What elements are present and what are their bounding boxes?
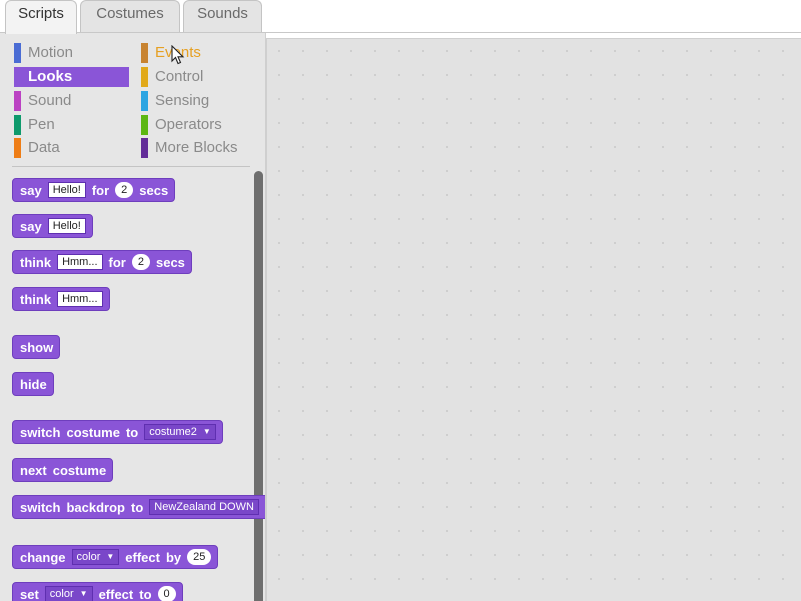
block-keyword: secs: [155, 254, 185, 270]
mouse-pointer-icon: [171, 45, 185, 65]
block-keyword: change: [20, 549, 66, 565]
block-keyword: next: [20, 462, 47, 478]
tab-scripts[interactable]: Scripts: [5, 0, 77, 34]
block-palette: Motion Looks Sound Pen Data Events Contr…: [0, 33, 266, 601]
category-color-swatch: [14, 43, 21, 63]
block-keyword: for: [108, 254, 126, 270]
category-color-swatch: [14, 91, 21, 111]
block-keyword: costume: [52, 462, 107, 478]
backdrop-dropdown[interactable]: NewZealand DOWN: [149, 499, 259, 515]
effect-dropdown[interactable]: color ▼: [44, 586, 93, 601]
block-keyword: costume: [66, 424, 120, 440]
tab-bar: Scripts Costumes Sounds: [0, 0, 801, 34]
block-change-effect[interactable]: change color ▼ effect by 25: [12, 545, 219, 569]
number-input[interactable]: 0: [157, 586, 176, 601]
number-input[interactable]: 2: [115, 182, 134, 198]
dropdown-arrow-icon: ▼: [106, 552, 115, 561]
block-keyword: effect: [98, 586, 134, 601]
text-input[interactable]: Hmm...: [57, 254, 103, 270]
category-label: Sound: [28, 92, 72, 109]
block-keyword: say: [20, 218, 42, 234]
category-label: Data: [28, 139, 60, 156]
block-keyword: to: [139, 586, 152, 601]
category-label: Pen: [28, 116, 55, 133]
block-keyword: think: [20, 291, 52, 307]
block-keyword: switch: [20, 424, 61, 440]
dropdown-value: costume2: [149, 426, 197, 438]
block-keyword: hide: [20, 376, 47, 392]
category-label: Looks: [28, 68, 73, 85]
category-color-swatch: [14, 115, 21, 135]
category-label: Operators: [155, 116, 222, 133]
text-input[interactable]: Hello!: [47, 182, 86, 198]
block-say[interactable]: say Hello!: [12, 214, 93, 238]
category-label: Motion: [28, 44, 74, 61]
block-next-costume[interactable]: next costume: [12, 458, 114, 482]
block-keyword: by: [165, 549, 182, 565]
block-keyword: show: [20, 339, 54, 355]
category-looks[interactable]: Looks: [14, 67, 129, 87]
scripts-area[interactable]: [266, 38, 801, 601]
dropdown-value: NewZealand DOWN: [154, 501, 254, 513]
number-input[interactable]: 25: [187, 549, 212, 565]
category-color-swatch: [141, 138, 148, 158]
text-input[interactable]: Hello!: [47, 218, 86, 234]
category-label: Control: [155, 68, 204, 85]
category-color-swatch: [141, 67, 148, 87]
effect-dropdown[interactable]: color ▼: [71, 549, 120, 565]
block-switch-backdrop[interactable]: switch backdrop to NewZealand DOWN: [12, 495, 265, 519]
category-color-swatch: [14, 138, 21, 158]
block-set-effect[interactable]: set color ▼ effect to 0: [12, 582, 183, 601]
block-keyword: for: [91, 182, 110, 198]
block-show[interactable]: show: [12, 335, 61, 359]
dropdown-value: color: [76, 551, 101, 563]
block-think[interactable]: think Hmm...: [12, 287, 110, 311]
tab-costumes[interactable]: Costumes: [80, 0, 180, 32]
category-label: Sensing: [155, 92, 210, 109]
block-say-for-secs[interactable]: say Hello! for 2 secs: [12, 178, 176, 202]
palette-divider: [12, 166, 250, 167]
tab-sounds[interactable]: Sounds: [183, 0, 262, 32]
block-keyword: switch: [20, 499, 61, 515]
block-think-for-secs[interactable]: think Hmm... for 2 secs: [12, 250, 192, 274]
text-input[interactable]: Hmm...: [57, 291, 103, 307]
costume-dropdown[interactable]: costume2 ▼: [144, 424, 216, 440]
dropdown-arrow-icon: ▼: [79, 589, 88, 598]
block-keyword: set: [20, 586, 39, 601]
block-keyword: to: [125, 424, 139, 440]
block-keyword: backdrop: [66, 499, 125, 515]
block-switch-costume[interactable]: switch costume to costume2 ▼: [12, 420, 223, 444]
scratch-editor: Scripts Costumes Sounds Motion Looks Sou…: [0, 0, 801, 601]
dropdown-arrow-icon: ▼: [202, 427, 211, 436]
number-input[interactable]: 2: [131, 254, 150, 270]
palette-scrollbar[interactable]: [254, 171, 263, 601]
category-color-swatch: [141, 91, 148, 111]
category-color-swatch: [141, 43, 148, 63]
block-keyword: secs: [139, 182, 169, 198]
block-hide[interactable]: hide: [12, 372, 54, 396]
category-label: More Blocks: [155, 139, 238, 156]
block-keyword: think: [20, 254, 52, 270]
category-color-swatch: [141, 115, 148, 135]
block-keyword: to: [130, 499, 144, 515]
block-keyword: say: [20, 182, 42, 198]
dropdown-value: color: [49, 588, 74, 600]
block-keyword: effect: [125, 549, 160, 565]
